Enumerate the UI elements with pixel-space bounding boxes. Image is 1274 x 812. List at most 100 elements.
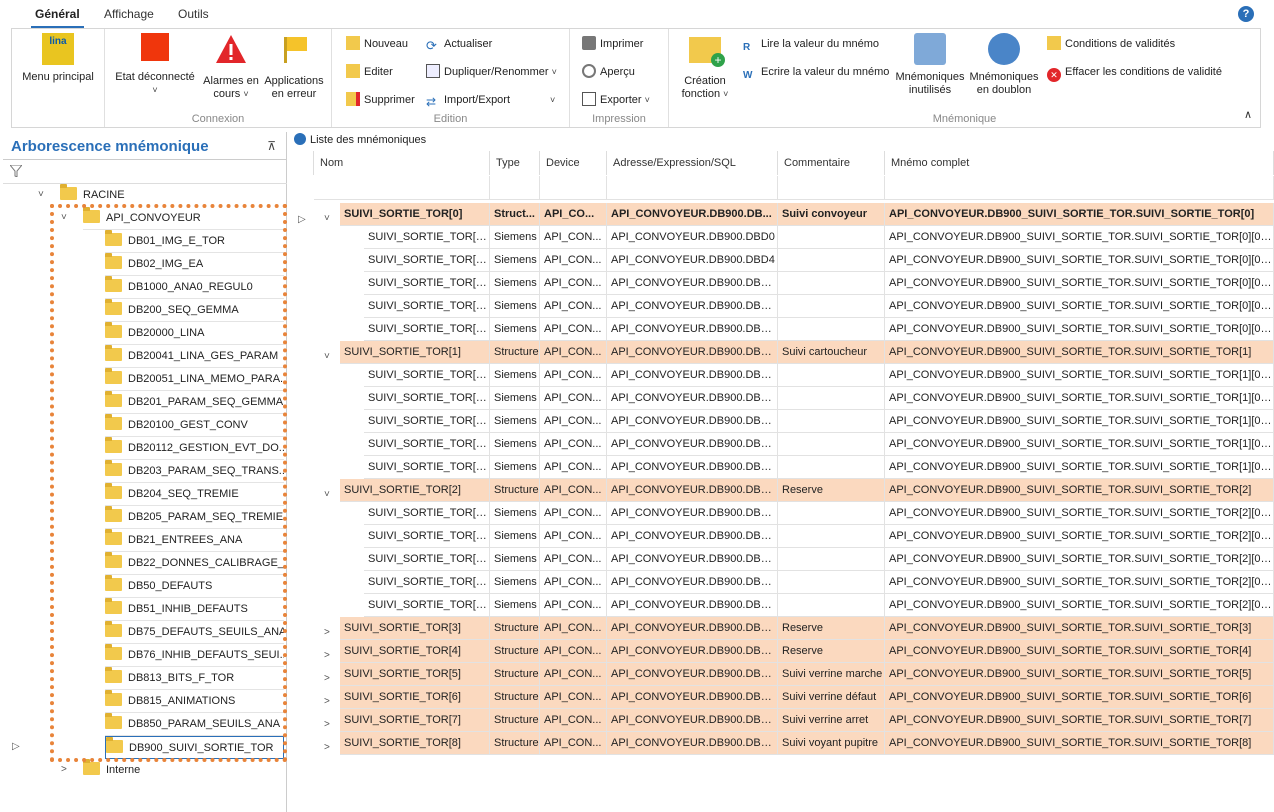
child-row[interactable]: SUIVI_SORTIE_TOR[1... Siemens API_CON... AP… bbox=[290, 410, 1274, 433]
child-row[interactable]: SUIVI_SORTIE_TOR[2... Siemens API_CON... AP… bbox=[290, 502, 1274, 525]
nouveau-button[interactable]: Nouveau bbox=[346, 35, 408, 53]
help-icon[interactable]: ? bbox=[1238, 6, 1254, 22]
cell-mnemo: API_CONVOYEUR.DB900_SUIVI_SORTIE_TOR.SUI… bbox=[885, 410, 1274, 433]
tab-general[interactable]: Général bbox=[31, 7, 84, 28]
cell-nom: SUIVI_SORTIE_TOR[0... bbox=[364, 249, 490, 272]
group-row[interactable]: ▷ ˅ SUIVI_SORTIE_TOR[0] Struct... API_CO... A… bbox=[290, 203, 1274, 226]
cell-commentaire: Suivi verrine défaut bbox=[778, 686, 885, 709]
cell-device: API_CON... bbox=[540, 640, 607, 663]
group-row[interactable]: ˅ SUIVI_SORTIE_TOR[2] Structure API_CON... A… bbox=[290, 479, 1274, 502]
cell-nom: SUIVI_SORTIE_TOR[2... bbox=[364, 571, 490, 594]
column-header[interactable]: Commentaire bbox=[778, 151, 885, 175]
child-row[interactable]: SUIVI_SORTIE_TOR[0... Siemens API_CON... AP… bbox=[290, 272, 1274, 295]
cell-type: Siemens bbox=[490, 295, 540, 318]
tree-item-label: Interne bbox=[106, 764, 141, 776]
applications-erreur-button[interactable]: Applications en erreur bbox=[261, 33, 327, 101]
menu-principal-label: Menu principal bbox=[22, 71, 94, 83]
mnemoniques-inutilises-button[interactable]: Mnémoniques inutilisés bbox=[895, 33, 965, 97]
lire-valeur-button[interactable]: R Lire la valeur du mnémo bbox=[743, 35, 879, 53]
filter-icon[interactable] bbox=[10, 165, 22, 177]
cell-nom: SUIVI_SORTIE_TOR[2... bbox=[364, 594, 490, 617]
column-header[interactable]: Type bbox=[490, 151, 540, 175]
tab-affichage[interactable]: Affichage bbox=[104, 7, 154, 21]
child-row[interactable]: SUIVI_SORTIE_TOR[1... Siemens API_CON... AP… bbox=[290, 387, 1274, 410]
filter-cell[interactable] bbox=[607, 176, 778, 200]
mnemoniques-doublon-button[interactable]: Mnémoniques en doublon bbox=[969, 33, 1039, 97]
import-export-button[interactable]: ⇄ Import/Export bbox=[426, 91, 510, 109]
filter-cell[interactable] bbox=[540, 176, 607, 200]
collapse-ribbon-icon[interactable]: ∧ bbox=[1244, 108, 1252, 121]
alarmes-button[interactable]: Alarmes en cours ˅ bbox=[203, 33, 259, 101]
cell-type: Siemens bbox=[490, 433, 540, 456]
supprimer-button[interactable]: Supprimer bbox=[346, 91, 415, 109]
cell-adresse: API_CONVOYEUR.DB900.DBW1... bbox=[607, 686, 778, 709]
child-row[interactable]: SUIVI_SORTIE_TOR[2... Siemens API_CON... AP… bbox=[290, 594, 1274, 617]
alarm-warning-icon bbox=[216, 35, 246, 63]
cell-mnemo: API_CONVOYEUR.DB900_SUIVI_SORTIE_TOR.SUI… bbox=[885, 433, 1274, 456]
child-row[interactable]: SUIVI_SORTIE_TOR[2... Siemens API_CON... AP… bbox=[290, 525, 1274, 548]
effacer-conditions-button[interactable]: ✕ Effacer les conditions de validité bbox=[1047, 63, 1222, 82]
cell-mnemo: API_CONVOYEUR.DB900_SUIVI_SORTIE_TOR.SUI… bbox=[885, 318, 1274, 341]
column-header[interactable]: Nom bbox=[314, 151, 490, 175]
cell-adresse: API_CONVOYEUR.DB900.DB... bbox=[607, 203, 778, 226]
import-export-dropdown[interactable]: ˅ bbox=[550, 95, 555, 105]
group-row[interactable]: > SUIVI_SORTIE_TOR[3] Structure API_CON... A… bbox=[290, 617, 1274, 640]
actualiser-button[interactable]: ⟳ Actualiser bbox=[426, 35, 492, 53]
creation-fonction-button[interactable]: + Création fonction ˅ bbox=[675, 33, 735, 101]
tree-item-interne[interactable]: > Interne bbox=[61, 759, 284, 782]
cell-adresse: API_CONVOYEUR.DB900.DBW36 bbox=[607, 479, 778, 502]
child-row[interactable]: SUIVI_SORTIE_TOR[0... Siemens API_CON... AP… bbox=[290, 295, 1274, 318]
group-row[interactable]: ˅ SUIVI_SORTIE_TOR[1] Structure API_CON... A… bbox=[290, 341, 1274, 364]
exporter-button[interactable]: Exporter ˅ bbox=[582, 91, 650, 109]
dupliquer-button[interactable]: Dupliquer/Renommer ˅ bbox=[426, 63, 557, 81]
filter-cell[interactable] bbox=[885, 176, 1274, 200]
expand-arrow-icon[interactable]: > bbox=[61, 759, 67, 781]
apercu-button[interactable]: Aperçu bbox=[582, 63, 635, 81]
cell-mnemo: API_CONVOYEUR.DB900_SUIVI_SORTIE_TOR.SUI… bbox=[885, 341, 1274, 364]
group-row[interactable]: > SUIVI_SORTIE_TOR[7] Structure API_CON... A… bbox=[290, 709, 1274, 732]
cell-commentaire bbox=[778, 249, 885, 272]
child-row[interactable]: SUIVI_SORTIE_TOR[1... Siemens API_CON... AP… bbox=[290, 456, 1274, 479]
unused-mnemonic-icon bbox=[914, 33, 946, 65]
imprimer-button[interactable]: Imprimer bbox=[582, 35, 643, 53]
expand-arrow-icon[interactable]: ˅ bbox=[38, 184, 44, 206]
etat-deconnecte-button[interactable]: Etat déconnecté ˅ bbox=[109, 33, 201, 97]
group-row[interactable]: > SUIVI_SORTIE_TOR[4] Structure API_CON... A… bbox=[290, 640, 1274, 663]
menu-principal-button[interactable]: lina Menu principal bbox=[18, 33, 98, 84]
filter-cell[interactable] bbox=[490, 176, 540, 200]
child-row[interactable]: SUIVI_SORTIE_TOR[1... Siemens API_CON... AP… bbox=[290, 433, 1274, 456]
column-header[interactable]: Device bbox=[540, 151, 607, 175]
expand-arrow-icon[interactable]: > bbox=[324, 737, 330, 759]
group-row[interactable]: > SUIVI_SORTIE_TOR[6] Structure API_CON... A… bbox=[290, 686, 1274, 709]
filter-cell[interactable] bbox=[314, 176, 490, 200]
duplicate-icon bbox=[426, 64, 440, 78]
cell-nom: SUIVI_SORTIE_TOR[1... bbox=[364, 364, 490, 387]
conditions-validite-button[interactable]: Conditions de validités bbox=[1047, 35, 1175, 53]
child-row[interactable]: SUIVI_SORTIE_TOR[0... Siemens API_CON... AP… bbox=[290, 249, 1274, 272]
child-row[interactable]: SUIVI_SORTIE_TOR[0... Siemens API_CON... AP… bbox=[290, 318, 1274, 341]
ecrire-valeur-button[interactable]: W Ecrire la valeur du mnémo bbox=[743, 63, 889, 81]
editer-button[interactable]: Editer bbox=[346, 63, 393, 81]
child-row[interactable]: SUIVI_SORTIE_TOR[0... Siemens API_CON... AP… bbox=[290, 226, 1274, 249]
tab-outils[interactable]: Outils bbox=[178, 7, 209, 21]
cell-type: Siemens bbox=[490, 364, 540, 387]
cell-nom: SUIVI_SORTIE_TOR[2] bbox=[340, 479, 490, 502]
cell-device: API_CON... bbox=[540, 663, 607, 686]
child-row[interactable]: SUIVI_SORTIE_TOR[1... Siemens API_CON... AP… bbox=[290, 364, 1274, 387]
cell-device: API_CON... bbox=[540, 364, 607, 387]
cell-mnemo: API_CONVOYEUR.DB900_SUIVI_SORTIE_TOR.SUI… bbox=[885, 571, 1274, 594]
group-row[interactable]: > SUIVI_SORTIE_TOR[8] Structure API_CON... A… bbox=[290, 732, 1274, 755]
cell-nom: SUIVI_SORTIE_TOR[0... bbox=[364, 272, 490, 295]
filter-cell[interactable] bbox=[778, 176, 885, 200]
child-row[interactable]: SUIVI_SORTIE_TOR[2... Siemens API_CON... AP… bbox=[290, 571, 1274, 594]
group-row[interactable]: > SUIVI_SORTIE_TOR[5] Structure API_CON... A… bbox=[290, 663, 1274, 686]
child-row[interactable]: SUIVI_SORTIE_TOR[2... Siemens API_CON... AP… bbox=[290, 548, 1274, 571]
column-header[interactable]: Mnémo complet bbox=[885, 151, 1274, 175]
column-header[interactable]: Adresse/Expression/SQL bbox=[607, 151, 778, 175]
filter-row[interactable] bbox=[314, 176, 1274, 200]
group-label-impression: Impression bbox=[592, 113, 646, 125]
cell-commentaire bbox=[778, 433, 885, 456]
cell-mnemo: API_CONVOYEUR.DB900_SUIVI_SORTIE_TOR.SUI… bbox=[885, 456, 1274, 479]
cell-nom: SUIVI_SORTIE_TOR[6] bbox=[340, 686, 490, 709]
pin-icon[interactable]: ⊼ bbox=[267, 139, 276, 153]
